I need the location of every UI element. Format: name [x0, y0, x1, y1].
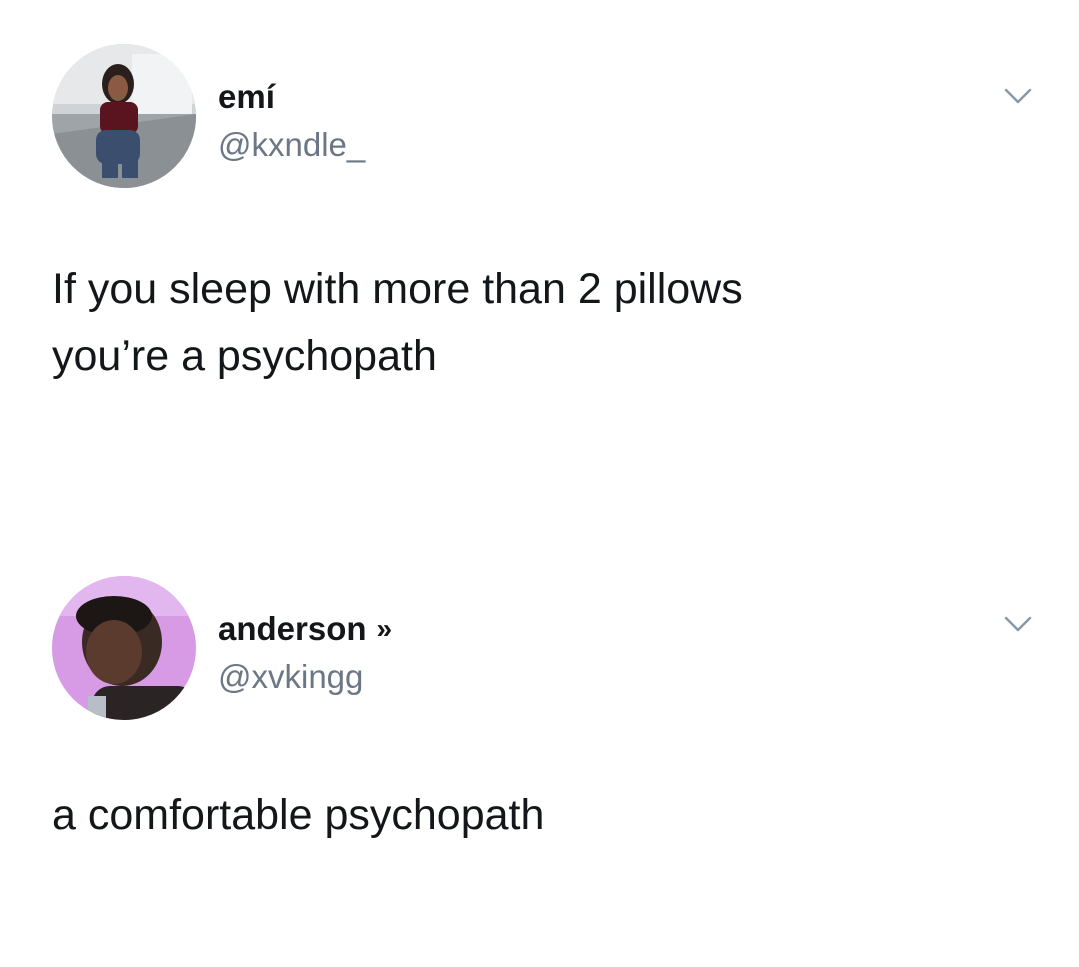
tweet-text: If you sleep with more than 2 pillows yo… — [52, 265, 743, 380]
user-handle[interactable]: @xvkingg — [218, 658, 363, 696]
avatar[interactable] — [52, 576, 196, 720]
profile-photo-icon — [52, 44, 196, 188]
profile-photo-icon — [52, 576, 196, 720]
avatar[interactable] — [52, 44, 196, 188]
display-name-text: anderson — [218, 610, 367, 647]
display-name[interactable]: anderson » — [218, 610, 392, 648]
display-name[interactable]: emí — [218, 78, 275, 116]
chevron-down-icon[interactable] — [998, 84, 1038, 108]
chevron-down-icon[interactable] — [998, 612, 1038, 636]
tweet-text: a comfortable psychopath — [52, 791, 545, 839]
user-handle[interactable]: @kxndle_ — [218, 126, 365, 164]
name-emoji: » — [376, 613, 392, 644]
